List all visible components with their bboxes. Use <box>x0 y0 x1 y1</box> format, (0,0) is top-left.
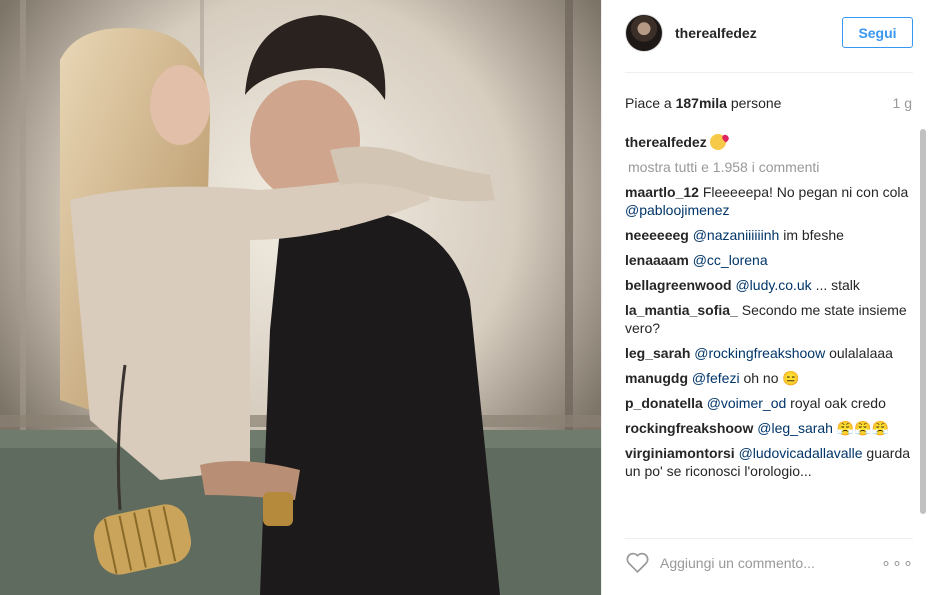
comment-text-after: royal oak credo <box>786 395 886 411</box>
avatar[interactable] <box>625 14 663 52</box>
comment-mention-link[interactable]: @pabloojimenez <box>625 202 730 218</box>
comment-text-after: oulalalaaa <box>825 345 893 361</box>
comment-row: la_mantia_sofia_ Secondo me state insiem… <box>625 301 921 337</box>
comment-text-after: 😤😤😤 <box>832 420 890 436</box>
likes-prefix: Piace a <box>625 95 676 111</box>
comment-mention-link[interactable]: @voimer_od <box>707 395 787 411</box>
comment-username[interactable]: virginiamontorsi <box>625 445 735 461</box>
comment-text-after: im bfeshe <box>779 227 844 243</box>
comment-mention-link[interactable]: @ludovicadallavalle <box>739 445 863 461</box>
post-photo[interactable] <box>0 0 601 595</box>
post-username[interactable]: therealfedez <box>675 25 757 41</box>
comment-row: rockingfreakshoow @leg_sarah 😤😤😤 <box>625 419 921 437</box>
comments-list: therealfedez mostra tutti e 1.958 i comm… <box>625 129 921 525</box>
scrollbar-thumb[interactable] <box>920 129 926 514</box>
likes-suffix: persone <box>726 95 782 111</box>
comment-mention-link[interactable]: @fefezi <box>692 370 740 386</box>
caption: therealfedez <box>625 129 921 155</box>
comment-row: leg_sarah @rockingfreakshoow oulalalaaa <box>625 344 921 362</box>
post-time[interactable]: 1 g <box>893 95 912 111</box>
comment-mention-link[interactable]: @rockingfreakshoow <box>694 345 825 361</box>
post-header: therealfedez Segui <box>602 0 937 70</box>
comment-username[interactable]: bellagreenwood <box>625 277 732 293</box>
comment-username[interactable]: p_donatella <box>625 395 703 411</box>
comment-username[interactable]: rockingfreakshoow <box>625 420 753 436</box>
footer-divider <box>625 538 913 539</box>
photo-illustration <box>0 0 601 595</box>
comment-mention-link[interactable]: @ludy.co.uk <box>735 277 811 293</box>
post-details-panel: therealfedez Segui Piace a 187mila perso… <box>601 0 937 595</box>
comment-username[interactable]: manugdg <box>625 370 688 386</box>
comment-username[interactable]: lenaaaam <box>625 252 689 268</box>
comment-container: maartlo_12 Fleeeeepa! No pegan ni con co… <box>625 183 921 480</box>
add-comment-input[interactable]: Aggiungi un commento... <box>660 555 815 571</box>
comment-row: manugdg @fefezi oh no 😑 <box>625 369 921 387</box>
comment-row: lenaaaam @cc_lorena <box>625 251 921 269</box>
likes-count[interactable]: Piace a 187mila persone <box>625 95 781 111</box>
comment-row: virginiamontorsi @ludovicadallavalle gua… <box>625 444 921 480</box>
likes-number: 187mila <box>675 95 727 111</box>
comment-mention-link[interactable]: @nazaniiiiiinh <box>693 227 780 243</box>
comment-mention-link[interactable]: @cc_lorena <box>693 252 768 268</box>
more-options-icon[interactable]: ∘∘∘ <box>881 553 914 573</box>
heart-icon[interactable] <box>625 551 650 574</box>
comments-scrollbar[interactable] <box>920 129 926 525</box>
kissing-face-icon <box>709 134 726 150</box>
follow-button[interactable]: Segui <box>842 17 913 48</box>
view-all-comments-link[interactable]: mostra tutti e 1.958 i commenti <box>628 159 921 175</box>
comment-row: neeeeeeg @nazaniiiiiinh im bfeshe <box>625 226 921 244</box>
comment-username[interactable]: maartlo_12 <box>625 184 699 200</box>
post-footer: Aggiungi un commento... ∘∘∘ <box>602 540 937 595</box>
comment-row: p_donatella @voimer_od royal oak credo <box>625 394 921 412</box>
caption-username[interactable]: therealfedez <box>625 134 707 150</box>
comment-username[interactable]: la_mantia_sofia_ <box>625 302 738 318</box>
comment-text-after: ... stalk <box>811 277 860 293</box>
comment-row: bellagreenwood @ludy.co.uk ... stalk <box>625 276 921 294</box>
comment-text-after: oh no 😑 <box>739 370 800 386</box>
comment-username[interactable]: neeeeeeg <box>625 227 689 243</box>
header-divider <box>625 72 913 73</box>
comment-row: maartlo_12 Fleeeeepa! No pegan ni con co… <box>625 183 921 219</box>
comment-mention-link[interactable]: @leg_sarah <box>757 420 833 436</box>
comment-text: Fleeeeepa! No pegan ni con cola <box>698 184 909 200</box>
comment-username[interactable]: leg_sarah <box>625 345 690 361</box>
